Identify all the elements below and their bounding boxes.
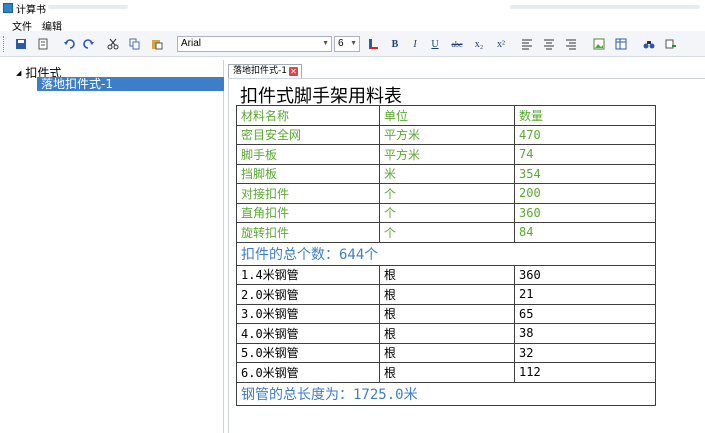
menu-bar: 文件 编辑 — [0, 17, 705, 33]
header-cell: 单位 — [379, 105, 515, 126]
quantity-cell: 32 — [514, 342, 656, 363]
material-name-cell: 4.0米钢管 — [236, 323, 380, 344]
quantity-cell: 38 — [514, 323, 656, 344]
superscript-button[interactable]: x² — [492, 35, 510, 53]
unit-cell: 米 — [379, 163, 515, 184]
material-name-cell: 3.0米钢管 — [236, 303, 380, 324]
table-row: 密目安全网 平方米 470 — [236, 124, 656, 145]
unit-cell: 根 — [379, 342, 515, 363]
unit-cell: 根 — [379, 284, 515, 305]
fastener-total-text: 扣件的总个数：644个 — [236, 241, 656, 266]
pipe-total-text: 钢管的总长度为：1725.0米 — [236, 381, 656, 406]
unit-cell: 根 — [379, 362, 515, 383]
table-row: 脚手板 平方米 74 — [236, 144, 656, 165]
header-cell: 材料名称 — [236, 105, 380, 126]
chevron-down-icon: ▼ — [322, 40, 329, 47]
quantity-cell: 360 — [514, 202, 656, 223]
font-color-icon[interactable] — [364, 35, 382, 53]
blurred-title-decoration — [510, 5, 700, 9]
quantity-cell: 74 — [514, 144, 656, 165]
font-size-select[interactable]: 6 ▼ — [334, 36, 360, 52]
align-right-icon[interactable] — [562, 35, 580, 53]
pipe-total-row: 钢管的总长度为：1725.0米 — [236, 381, 656, 406]
material-table: 材料名称 单位 数量 密目安全网 平方米 470 脚手板 平方米 74 挡脚板 … — [236, 105, 656, 406]
unit-cell: 平方米 — [379, 124, 515, 145]
quantity-cell: 200 — [514, 183, 656, 204]
fastener-total-row: 扣件的总个数：644个 — [236, 241, 656, 266]
table-row: 2.0米钢管 根 21 — [236, 284, 656, 305]
collapse-triangle-icon[interactable]: ◢ — [16, 69, 21, 77]
table-header-row: 材料名称 单位 数量 — [236, 105, 656, 126]
unit-cell: 根 — [379, 303, 515, 324]
document-tree: ◢ 扣件式 落地扣件式-1 — [10, 60, 224, 433]
app-icon — [3, 3, 13, 13]
material-name-cell: 直角扣件 — [236, 202, 380, 223]
bold-button[interactable]: B — [386, 35, 404, 53]
material-name-cell: 对接扣件 — [236, 183, 380, 204]
paste-icon[interactable] — [148, 35, 166, 53]
chevron-down-icon: ▼ — [350, 40, 357, 47]
insert-image-icon[interactable] — [590, 35, 608, 53]
quantity-cell: 470 — [514, 124, 656, 145]
quantity-cell: 84 — [514, 222, 656, 243]
tab-document[interactable]: 落地扣件式-1 ✕ — [228, 64, 302, 78]
material-name-cell: 密目安全网 — [236, 124, 380, 145]
toolbar-grip[interactable] — [3, 36, 6, 52]
tree-node-selected[interactable]: 落地扣件式-1 — [37, 77, 224, 91]
strikethrough-button[interactable]: abc — [448, 35, 466, 53]
quantity-cell: 112 — [514, 362, 656, 383]
align-left-icon[interactable] — [518, 35, 536, 53]
blurred-title-decoration — [48, 5, 128, 9]
underline-button[interactable]: U — [426, 35, 444, 53]
quantity-cell: 354 — [514, 163, 656, 184]
insert-table-icon[interactable] — [612, 35, 630, 53]
title-bar: 计算书 — [0, 0, 705, 16]
table-row: 6.0米钢管 根 112 — [236, 362, 656, 383]
unit-cell: 平方米 — [379, 144, 515, 165]
unit-cell: 根 — [379, 264, 515, 285]
redo-icon[interactable] — [80, 35, 98, 53]
save-icon[interactable] — [12, 35, 30, 53]
replace-icon[interactable] — [662, 35, 680, 53]
unit-cell: 根 — [379, 323, 515, 344]
material-name-cell: 6.0米钢管 — [236, 362, 380, 383]
toolbar: Arial ▼ 6 ▼ B I U abc x₂ x² — [0, 31, 705, 57]
quantity-cell: 65 — [514, 303, 656, 324]
align-center-icon[interactable] — [540, 35, 558, 53]
italic-button[interactable]: I — [406, 35, 424, 53]
find-icon[interactable] — [640, 35, 658, 53]
table-row: 挡脚板 米 354 — [236, 163, 656, 184]
table-row: 1.4米钢管 根 360 — [236, 264, 656, 285]
tab-label: 落地扣件式-1 — [233, 66, 287, 76]
window-title: 计算书 — [16, 5, 46, 16]
header-cell: 数量 — [514, 105, 656, 126]
table-row: 5.0米钢管 根 32 — [236, 342, 656, 363]
undo-icon[interactable] — [60, 35, 78, 53]
material-name-cell: 旋转扣件 — [236, 222, 380, 243]
table-row: 对接扣件 个 200 — [236, 183, 656, 204]
print-preview-icon[interactable] — [34, 35, 52, 53]
material-name-cell: 脚手板 — [236, 144, 380, 165]
table-row: 直角扣件 个 360 — [236, 202, 656, 223]
material-name-cell: 挡脚板 — [236, 163, 380, 184]
material-name-cell: 1.4米钢管 — [236, 264, 380, 285]
quantity-cell: 21 — [514, 284, 656, 305]
material-name-cell: 2.0米钢管 — [236, 284, 380, 305]
close-icon[interactable]: ✕ — [288, 67, 298, 76]
cut-icon[interactable] — [104, 35, 122, 53]
subscript-button[interactable]: x₂ — [470, 35, 488, 53]
unit-cell: 个 — [379, 202, 515, 223]
font-name-select[interactable]: Arial ▼ — [177, 36, 332, 52]
unit-cell: 个 — [379, 222, 515, 243]
table-row: 4.0米钢管 根 38 — [236, 323, 656, 344]
quantity-cell: 360 — [514, 264, 656, 285]
material-name-cell: 5.0米钢管 — [236, 342, 380, 363]
copy-icon[interactable] — [126, 35, 144, 53]
table-row: 旋转扣件 个 84 — [236, 222, 656, 243]
unit-cell: 个 — [379, 183, 515, 204]
table-row: 3.0米钢管 根 65 — [236, 303, 656, 324]
